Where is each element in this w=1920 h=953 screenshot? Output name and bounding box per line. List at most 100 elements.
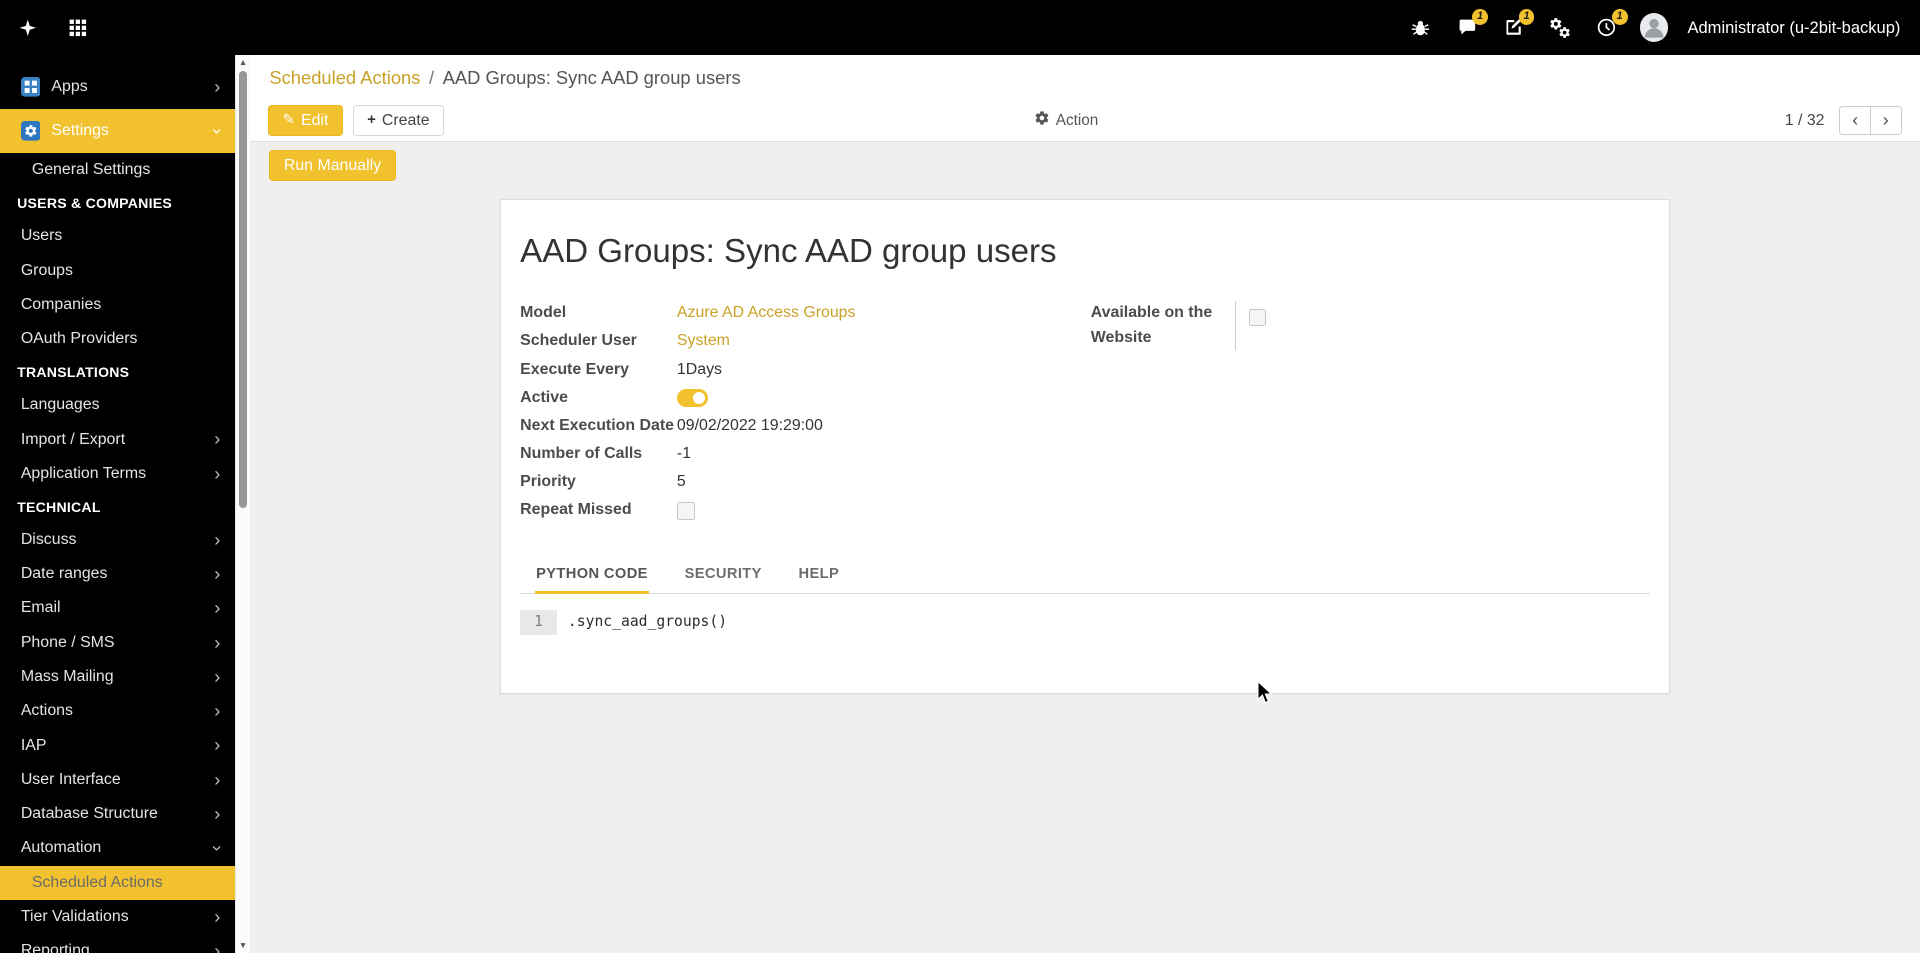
activities-badge: 1 [1518,9,1535,26]
tab-help[interactable]: HELP [797,558,840,594]
integrations-icon[interactable] [1547,14,1574,41]
field-execute-every: Execute Every 1Days [520,360,722,378]
plus-icon: + [367,112,376,129]
available-website-checkbox[interactable] [1248,308,1267,327]
tab-security[interactable]: SECURITY [683,558,763,594]
avatar[interactable] [1639,13,1668,42]
chevron-right-icon: › [214,428,221,450]
sidebar-item-tier-validations[interactable]: Tier Validations › [0,900,235,934]
pager-previous-button[interactable]: ‹ [1839,105,1872,136]
chevron-right-icon: › [214,597,221,619]
activities-icon[interactable]: 1 [1500,9,1535,41]
sidebar-item-companies[interactable]: Companies [0,288,235,322]
settings-gear-icon [20,121,41,141]
field-repeat-missed: Repeat Missed [520,498,1091,525]
sidebar-item-label: Apps [51,77,88,95]
sidebar-item-application-terms[interactable]: Application Terms › [0,457,235,491]
sidebar-item-discuss[interactable]: Discuss › [0,523,235,557]
sidebar-item-oauth-providers[interactable]: OAuth Providers [0,322,235,356]
logo-icon[interactable] [15,14,42,41]
apps-icon [20,77,41,97]
chevron-down-icon: › [207,845,229,852]
sidebar-section-translations: TRANSLATIONS [17,364,130,381]
edit-button[interactable]: ✎ Edit [268,105,343,137]
notebook: PYTHON CODE SECURITY HELP 1 .sync_aad_gr… [520,558,1650,652]
sidebar-item-groups[interactable]: Groups [0,253,235,287]
sidebar-item-label: Settings [51,121,109,139]
scheduler-user-link[interactable]: System [677,329,730,353]
line-number: 1 [520,610,557,635]
sidebar-item-user-interface[interactable]: User Interface › [0,763,235,797]
sidebar-item-scheduled-actions[interactable]: Scheduled Actions [0,865,236,900]
breadcrumb-parent-link[interactable]: Scheduled Actions [269,67,420,89]
chevron-right-icon: › [214,940,221,953]
field-next-execution-date: Next Execution Date 09/02/2022 19:29:00 [520,416,823,434]
field-model: Model Azure AD Access Groups [520,301,1091,328]
code-editor[interactable]: 1 .sync_aad_groups() [520,610,1649,652]
scroll-down-icon[interactable]: ▼ [236,938,250,953]
model-link[interactable]: Azure AD Access Groups [677,301,856,325]
chevron-down-icon: › [207,127,229,135]
repeat-missed-checkbox[interactable] [676,501,695,520]
field-group-right: Available on the Website [1091,301,1650,526]
sidebar-scrollbar[interactable]: ▲ ▼ [235,55,250,953]
chevron-right-icon: › [1882,109,1889,131]
field-priority: Priority 5 [520,473,686,491]
application-window: 1 1 1 Administrator (u-2bit-backup) Apps… [0,0,1920,953]
sidebar-item-users[interactable]: Users [0,219,235,253]
sidebar-item-general-settings[interactable]: General Settings [0,153,235,187]
sidebar-item-database-structure[interactable]: Database Structure › [0,797,235,831]
sidebar-item-phone-sms[interactable]: Phone / SMS › [0,626,235,660]
sidebar-item-mass-mailing[interactable]: Mass Mailing › [0,660,235,694]
control-bar: ✎ Edit + Create Action 1 / 32 ‹ › [249,100,1920,142]
chevron-right-icon: › [214,700,221,722]
run-manually-button[interactable]: Run Manually [269,150,396,182]
messages-icon[interactable]: 1 [1454,9,1488,41]
main-content: Scheduled Actions / AAD Groups: Sync AAD… [249,55,1920,953]
sidebar-section-users-companies: USERS & COMPANIES [17,195,173,212]
field-active: Active [520,386,1091,413]
sidebar-item-settings[interactable]: Settings › [0,108,236,154]
recent-badge: 1 [1611,9,1628,26]
chevron-right-icon: › [214,905,221,927]
sidebar-item-date-ranges[interactable]: Date ranges › [0,557,235,591]
form-view: Run Manually AAD Groups: Sync AAD group … [250,142,1920,953]
create-button[interactable]: + Create [352,105,445,137]
chevron-right-icon: › [214,563,221,584]
messages-badge: 1 [1472,9,1488,26]
breadcrumb-separator: / [429,66,435,88]
field-group-left: Model Azure AD Access Groups Scheduler U… [520,301,1091,526]
scrollbar-thumb[interactable] [238,71,248,509]
tab-python-code[interactable]: PYTHON CODE [534,558,650,595]
sidebar-item-reporting[interactable]: Reporting › [0,934,235,953]
action-menu-button[interactable]: Action [1026,109,1105,132]
recent-activities-icon[interactable]: 1 [1593,9,1628,41]
pager-next-button[interactable]: › [1869,105,1902,136]
sidebar-item-apps[interactable]: Apps › [0,65,235,109]
apps-grid-icon[interactable] [64,14,91,41]
field-number-of-calls: Number of Calls -1 [520,445,692,462]
field-scheduler-user: Scheduler User System [520,329,1091,356]
form-sheet: AAD Groups: Sync AAD group users Model A… [499,199,1671,695]
chevron-right-icon: › [214,734,221,756]
sidebar-section-technical: TECHNICAL [17,498,101,515]
chevron-right-icon: › [214,802,221,824]
pager: ‹ › [1839,105,1902,136]
sidebar-item-automation[interactable]: Automation › [0,831,235,865]
active-toggle[interactable] [676,389,708,407]
sidebar-item-actions[interactable]: Actions › [0,694,235,728]
code-content[interactable]: .sync_aad_groups() [557,610,727,652]
pager-value: 1 / 32 [1784,111,1825,129]
chevron-right-icon: › [214,528,221,550]
sidebar-item-import-export[interactable]: Import / Export › [0,422,235,456]
sidebar-item-email[interactable]: Email › [0,591,235,625]
user-menu[interactable]: Administrator (u-2bit-backup) [1687,18,1900,38]
debug-icon[interactable] [1407,14,1434,41]
sidebar-item-languages[interactable]: Languages [0,388,235,422]
scroll-up-icon[interactable]: ▲ [236,55,250,70]
chevron-right-icon: › [214,75,221,97]
sidebar-item-iap[interactable]: IAP › [0,728,235,762]
top-navbar: 1 1 1 Administrator (u-2bit-backup) [0,0,1920,56]
chevron-right-icon: › [214,462,221,484]
chevron-right-icon: › [214,768,221,790]
